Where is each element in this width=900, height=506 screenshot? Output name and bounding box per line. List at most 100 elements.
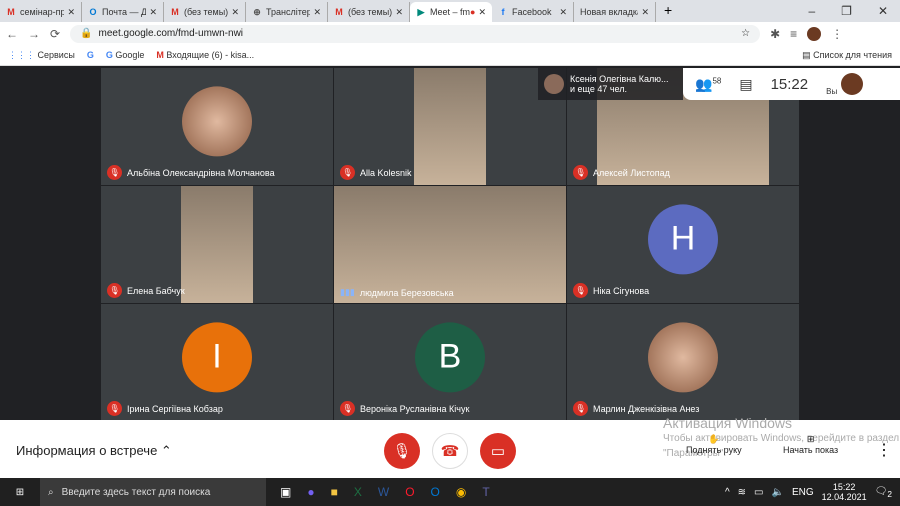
close-tab-icon[interactable]: ✕	[559, 7, 567, 18]
present-button[interactable]: ⊞ Начать показ	[783, 434, 838, 455]
meet-icon: ▶	[417, 6, 425, 17]
chrome-icon[interactable]: ◉	[456, 485, 466, 499]
chat-icon[interactable]: ▤	[739, 76, 752, 93]
mic-off-icon: 🎙	[573, 165, 588, 180]
bookmark-inbox[interactable]: M Входящие (6) - kisa...	[156, 50, 254, 60]
close-tab-icon[interactable]: ✕	[641, 7, 649, 18]
language-indicator[interactable]: ENG	[792, 487, 814, 498]
mic-off-icon: 🎙	[573, 401, 588, 416]
reading-list[interactable]: ▤ Список для чтения	[802, 50, 892, 61]
wifi-icon[interactable]: ≋	[738, 487, 746, 498]
forward-icon[interactable]: →	[28, 27, 40, 41]
taskview-icon[interactable]: ▣	[280, 485, 291, 499]
tab[interactable]: ⊕Транслітерації✕	[246, 2, 328, 22]
teams-icon[interactable]: T	[482, 485, 489, 499]
self-avatar[interactable]	[841, 73, 864, 95]
battery-icon[interactable]: ▭	[754, 487, 763, 498]
outlook-icon[interactable]: O	[431, 485, 440, 499]
tab[interactable]: ▶Meet – fmd●✕	[410, 2, 492, 22]
bookmarks-bar: ⋮⋮⋮ Сервисы G G Google M Входящие (6) - …	[0, 45, 900, 66]
audio-level-icon: ▮▮▮	[340, 287, 355, 297]
tab-strip: Mсемінар-практ✕OПочта — Діхт✕M(без темы)…	[0, 0, 900, 22]
meet-bottom-bar: Информация о встрече ⌃ 🎙 ☎ ▭ Активация W…	[0, 416, 900, 478]
participant-video	[334, 186, 566, 303]
taskbar-clock[interactable]: 15:22 12.04.2021	[822, 482, 867, 502]
reading-mode-icon[interactable]: ≡	[790, 27, 797, 41]
star-icon[interactable]: ☆	[741, 28, 750, 39]
bookmark-google[interactable]: G Google	[106, 50, 145, 60]
more-options-icon[interactable]: ⋮	[876, 440, 892, 460]
people-button[interactable]: 👥58	[695, 76, 721, 93]
opera-icon[interactable]: O	[405, 485, 414, 499]
tab[interactable]: M(без темы) - d✕	[164, 2, 246, 22]
participant-photo	[182, 85, 252, 156]
participant-tile[interactable]: I 🎙 Ірина Сергіївна Кобзар	[101, 304, 333, 421]
maximize-icon[interactable]: ❐	[841, 4, 852, 18]
gmail-icon: M	[171, 7, 179, 17]
speaker-info: Ксенія Олегівна Калю... и еще 47 чел.	[538, 68, 683, 100]
present-icon: ⊞	[806, 434, 815, 444]
address-bar-row: ← → ⟳ 🔒 meet.google.com/fmd-umwn-nwi ☆ ✱ ≡…	[0, 22, 900, 45]
participant-tile[interactable]: 🎙 Alla Kolesnik	[334, 68, 566, 185]
gmail-icon: M	[7, 7, 15, 17]
mic-off-icon: 🎙	[107, 401, 122, 416]
hand-icon: ✋	[708, 434, 720, 444]
tab[interactable]: Новая вкладка ✕	[574, 2, 656, 22]
participant-name: Альбіна Олександрівна Молчанова	[127, 167, 275, 178]
search-icon: ⌕	[48, 486, 54, 498]
profile-avatar[interactable]	[807, 26, 822, 41]
taskbar-search[interactable]: ⌕ Введите здесь текст для поиска	[40, 478, 266, 506]
new-tab-icon[interactable]: +	[656, 2, 680, 22]
close-tab-icon[interactable]: ✕	[313, 7, 321, 18]
explorer-icon[interactable]: ■	[331, 485, 338, 499]
url-input[interactable]: 🔒 meet.google.com/fmd-umwn-nwi ☆	[70, 24, 761, 43]
participant-tile[interactable]: ▮▮▮ людмила Березовська	[334, 186, 566, 303]
mic-off-icon: 🎙	[340, 165, 355, 180]
participant-video	[181, 186, 253, 303]
volume-icon[interactable]: 🔈	[771, 487, 783, 498]
participant-avatar: I	[182, 321, 252, 392]
bookmark-apps[interactable]: ⋮⋮⋮ Сервисы	[8, 50, 75, 61]
close-tab-icon[interactable]: ✕	[231, 7, 239, 18]
lock-icon: 🔒	[80, 28, 93, 39]
raise-hand-button[interactable]: ✋ Поднять руку	[686, 434, 742, 455]
meeting-info-button[interactable]: Информация о встрече ⌃	[16, 443, 172, 459]
notifications-icon[interactable]: 🗨2	[875, 486, 892, 499]
participant-tile[interactable]: 🎙 Марлин Дженкізівна Анез	[567, 304, 799, 421]
participant-tile[interactable]: H 🎙 Ніка Сігунова	[567, 186, 799, 303]
reload-icon[interactable]: ⟳	[50, 27, 60, 41]
mic-toggle-button[interactable]: 🎙	[384, 433, 420, 469]
word-icon[interactable]: W	[378, 485, 389, 499]
tab[interactable]: Mсемінар-практ✕	[0, 2, 82, 22]
tab[interactable]: M(без темы) - d✕	[328, 2, 410, 22]
tab[interactable]: f Facebook ✕	[492, 2, 574, 22]
participant-name: Алексей Листопад	[593, 167, 670, 178]
chevron-up-icon: ⌃	[160, 443, 172, 458]
participant-tile[interactable]: 🎙 Елена Бабчук	[101, 186, 333, 303]
participant-name: людмила Березовська	[359, 287, 454, 298]
close-tab-icon[interactable]: ✕	[149, 7, 157, 18]
tab[interactable]: OПочта — Діхт✕	[82, 2, 164, 22]
google-icon[interactable]: G	[87, 50, 94, 60]
you-label: Вы	[826, 86, 838, 96]
close-tab-icon[interactable]: ✕	[478, 7, 486, 18]
participant-photo	[648, 321, 718, 392]
participant-tile[interactable]: 🎙 Альбіна Олександрівна Молчанова	[101, 68, 333, 185]
participant-video	[414, 68, 486, 185]
start-icon[interactable]: ⊞	[0, 487, 40, 498]
globe-icon: ⊕	[253, 6, 261, 17]
tray-chevron-icon[interactable]: ^	[725, 487, 730, 498]
extensions-icon[interactable]: ✱	[770, 27, 780, 41]
leave-call-button[interactable]: ☎	[432, 433, 468, 469]
menu-icon[interactable]: ⋮	[831, 27, 843, 41]
close-tab-icon[interactable]: ✕	[67, 7, 75, 18]
camera-toggle-button[interactable]: ▭	[480, 433, 516, 469]
minimize-icon[interactable]: –	[808, 4, 815, 18]
close-tab-icon[interactable]: ✕	[395, 7, 403, 18]
close-window-icon[interactable]: ✕	[878, 4, 888, 18]
participant-name: Елена Бабчук	[127, 285, 185, 296]
back-icon[interactable]: ←	[6, 27, 18, 41]
excel-icon[interactable]: X	[354, 485, 362, 499]
participant-tile[interactable]: B 🎙 Вероніка Русланівна Кічук	[334, 304, 566, 421]
viber-icon[interactable]: ●	[307, 485, 314, 499]
